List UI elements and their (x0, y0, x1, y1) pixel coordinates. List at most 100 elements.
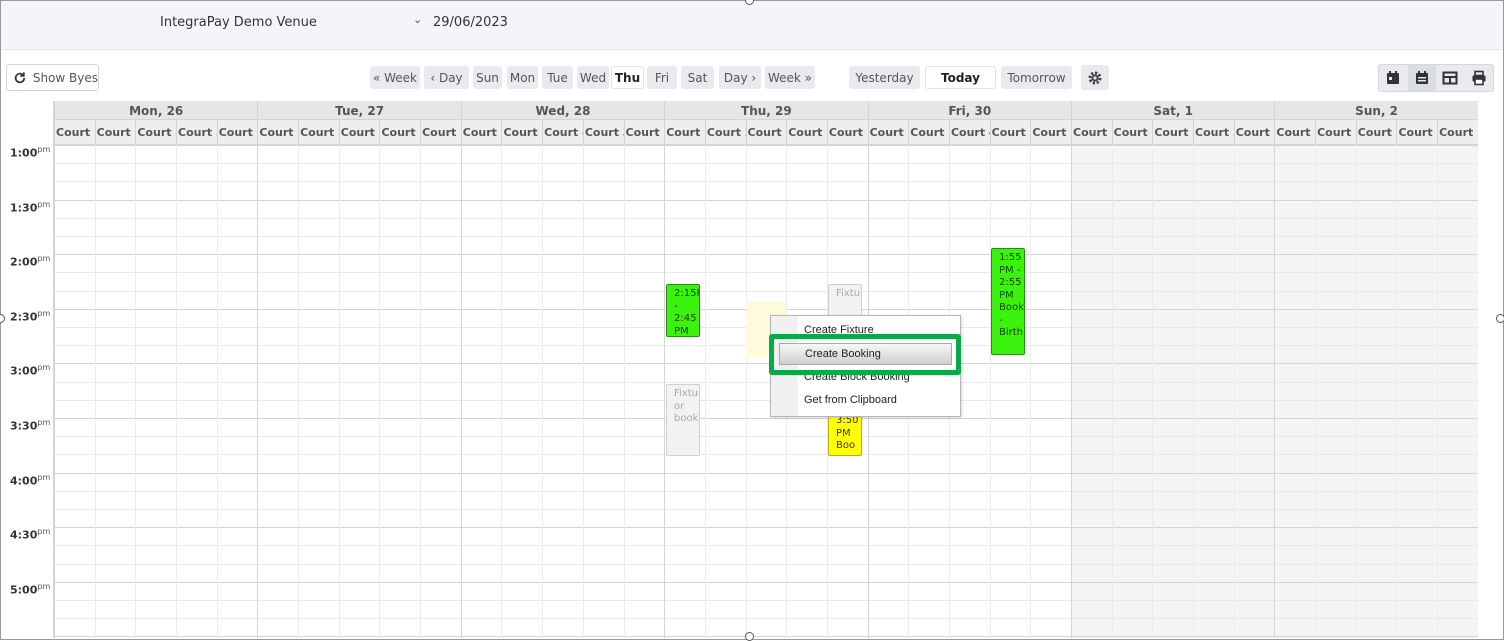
fixture-thu-court1[interactable]: Fixtures or booking (666, 384, 700, 456)
court-divider (1315, 145, 1317, 638)
day-header[interactable]: Sat, 1 (1071, 101, 1274, 120)
court-divider (1233, 145, 1235, 638)
court-divider (582, 145, 584, 638)
court-divider (1030, 145, 1032, 638)
nav-tue-button[interactable]: Tue (542, 66, 573, 89)
court-divider (379, 145, 381, 638)
grid-row-line (54, 199, 1478, 201)
day-header[interactable]: Fri, 30 (867, 101, 1071, 120)
grid-row-line (54, 490, 1478, 492)
court-divider (1437, 145, 1439, 638)
show-byes-label: Show Byes (32, 70, 98, 85)
booking-thu-court1[interactable]: 2:15PM - 2:45 PM (666, 284, 700, 337)
court-header: Court 1 (216, 120, 257, 145)
court-header: Court 4 (745, 120, 786, 145)
court-header: Court 3 (989, 120, 1030, 145)
table-view-icon[interactable] (1436, 65, 1465, 91)
resize-handle-right[interactable] (1496, 314, 1504, 323)
time-label: 1:30pm (10, 199, 51, 215)
grid-row-line (54, 217, 1478, 219)
time-label: 3:00pm (10, 363, 51, 379)
settings-button[interactable] (1081, 65, 1109, 90)
day-header[interactable]: Mon, 26 (54, 101, 257, 120)
court-header: Court 3 (1193, 120, 1234, 145)
court-divider (745, 145, 747, 638)
court-divider (1396, 145, 1398, 638)
court-header: Court 4 (542, 120, 583, 145)
nav-sun-button[interactable]: Sun (473, 66, 502, 89)
court-divider (216, 145, 218, 638)
court-header: Court 1 (1030, 120, 1071, 145)
booking-fri-court3[interactable]: 1:55 PM - 2:55 PM Booked - Birth (991, 248, 1025, 355)
court-divider (1193, 145, 1195, 638)
venue-select[interactable]: IntegraPay Demo Venue (160, 15, 317, 30)
court-header: Court 4 (1152, 120, 1193, 145)
court-header: Court 2 (704, 120, 746, 145)
booking-thu-yellow[interactable]: 3:50 PM Boo (828, 412, 862, 456)
court-header: Court 2 (1111, 120, 1152, 145)
court-header: Court 1 (664, 120, 705, 145)
court-header: Court 1 (420, 120, 461, 145)
chevron-down-icon[interactable]: ⌄ (413, 13, 422, 26)
nav-fri-button[interactable]: Fri (647, 66, 677, 89)
court-header: Court 3 (786, 120, 827, 145)
grid-row-line (54, 454, 1478, 456)
menu-get-from-clipboard[interactable]: Get from Clipboard (804, 394, 897, 406)
day-header[interactable]: Tue, 27 (257, 101, 460, 120)
time-label: 4:00pm (10, 472, 51, 488)
rel-today-button[interactable]: Today (925, 66, 996, 89)
grid-row-line (54, 399, 1478, 401)
court-divider (176, 145, 178, 638)
nav-wed-button[interactable]: Wed (577, 66, 609, 89)
grid-row-line (54, 563, 1478, 565)
day-divider (460, 101, 462, 638)
rel-yesterday-button[interactable]: Yesterday (849, 66, 920, 89)
grid-row-line (54, 381, 1478, 383)
court-divider (623, 145, 625, 638)
calendar-week-icon[interactable] (1407, 65, 1436, 91)
nav-prev-week-button[interactable]: « Week (370, 66, 420, 89)
court-divider (338, 145, 340, 638)
court-header: Court 1 (54, 120, 95, 145)
view-switcher (1378, 64, 1494, 92)
day-divider (1274, 101, 1276, 638)
grid-row-line (54, 600, 1478, 601)
rel-tomorrow-button[interactable]: Tomorrow (1001, 66, 1072, 89)
day-header[interactable]: Thu, 29 (664, 101, 867, 120)
day-divider (257, 101, 259, 638)
grid-row-line (54, 436, 1478, 438)
print-icon[interactable] (1465, 65, 1494, 91)
court-divider (1111, 145, 1113, 638)
time-label: 2:00pm (10, 254, 51, 269)
nav-next-week-button[interactable]: Week » (765, 66, 815, 89)
refresh-icon (14, 71, 26, 83)
day-header[interactable]: Wed, 28 (460, 101, 664, 120)
court-header: Court 1 (867, 120, 908, 145)
court-divider (989, 145, 991, 638)
court-header: Court 1 (460, 120, 501, 145)
grid-row-line (54, 636, 1478, 638)
fixture-thu-court1-top[interactable]: Fixtures (828, 284, 862, 316)
grid-row-line (54, 163, 1478, 165)
court-divider (1355, 145, 1357, 638)
nav-mon-button[interactable]: Mon (507, 66, 538, 89)
day-divider (54, 101, 55, 638)
nav-thu-button[interactable]: Thu (611, 66, 644, 89)
court-header: Court 1 (1233, 120, 1274, 145)
nav-prev-day-button[interactable]: ‹ Day (424, 66, 469, 89)
grid-row-line (54, 545, 1478, 547)
court-divider (94, 145, 96, 638)
court-header: Court 2 (501, 120, 542, 145)
time-label: 3:30pm (10, 418, 51, 433)
calendar-day-icon[interactable] (1379, 65, 1408, 91)
court-header: Court 1 (1274, 120, 1315, 145)
date-field[interactable]: 29/06/2023 (433, 15, 508, 30)
show-byes-button[interactable]: Show Byes (6, 64, 99, 91)
time-label: 1:00pm (10, 145, 51, 160)
day-header[interactable]: Sun, 2 (1274, 101, 1477, 120)
grid-row-line (54, 272, 1478, 274)
time-label: 5:00pm (10, 581, 51, 597)
nav-next-day-button[interactable]: Day › (719, 66, 761, 89)
nav-sat-button[interactable]: Sat (681, 66, 714, 89)
grid-row-line (54, 581, 1478, 583)
